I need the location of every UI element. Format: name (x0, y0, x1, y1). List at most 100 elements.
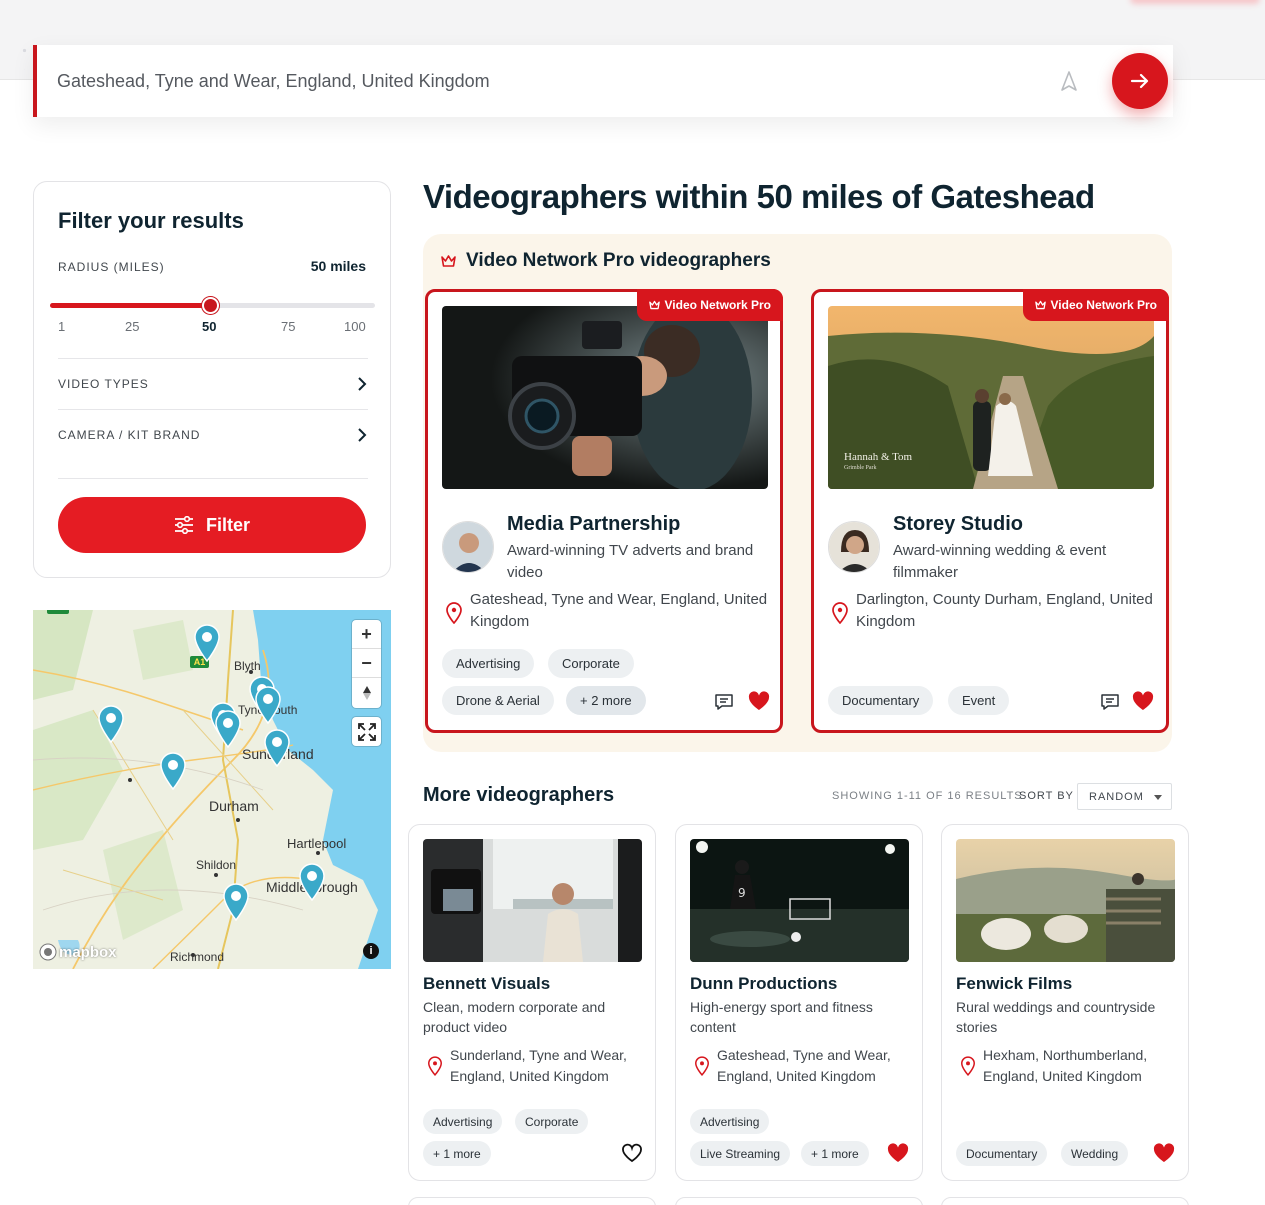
heart-icon[interactable] (887, 1143, 909, 1163)
crown-icon (1034, 300, 1046, 310)
sort-label: SORT BY (1019, 790, 1074, 802)
zoom-in-button[interactable]: + (352, 620, 381, 649)
radius-slider-fill (50, 303, 211, 308)
compass-button[interactable] (352, 678, 381, 707)
videographer-photo (442, 306, 768, 489)
compass-icon (362, 685, 371, 700)
videographer-photo (423, 839, 642, 962)
map-pin-icon[interactable] (254, 686, 282, 724)
sort-select[interactable]: RANDOM (1077, 783, 1172, 810)
videographer-card[interactable]: Bennett Visuals Clean, modern corporate … (408, 824, 656, 1181)
heart-outline-icon[interactable] (621, 1143, 643, 1163)
location-search-bar (33, 45, 1173, 117)
message-icon[interactable] (1100, 693, 1120, 711)
filter-title: Filter your results (58, 208, 244, 233)
tag: Event (948, 686, 1010, 715)
photo-subcaption: Grimble Park (844, 465, 877, 471)
tag: Wedding (1061, 1141, 1129, 1166)
location-search-input[interactable] (57, 63, 1037, 99)
photo-caption: Hannah & Tom (844, 451, 913, 463)
videographer-description: Award-winning wedding & event filmmaker (893, 542, 1107, 581)
crown-icon (648, 300, 660, 310)
map-canvas (33, 610, 391, 969)
videographer-location: Sunderland, Tyne and Wear, England, Unit… (450, 1047, 627, 1084)
videographer-location: Gateshead, Tyne and Wear, England, Unite… (470, 591, 768, 630)
map-place-label: Durham (209, 798, 259, 814)
chevron-right-icon (358, 377, 367, 391)
heart-icon[interactable] (1153, 1143, 1175, 1163)
mapbox-attribution[interactable]: mapbox (39, 943, 117, 961)
more-tags-button[interactable]: + 1 more (801, 1141, 869, 1166)
map-pin-icon[interactable] (159, 752, 187, 790)
heart-icon[interactable] (748, 691, 770, 711)
map-pin-icon[interactable] (298, 863, 326, 901)
videographer-location: Gateshead, Tyne and Wear, England, Unite… (717, 1047, 891, 1084)
map-pin-icon (428, 1056, 442, 1076)
sort-value: RANDOM (1089, 790, 1144, 803)
videographer-location: Hexham, Northumberland, England, United … (983, 1047, 1148, 1084)
radius-tick-selected: 50 (202, 319, 217, 334)
map-pin-icon[interactable] (222, 883, 250, 921)
pro-badge-label: Video Network Pro (1050, 298, 1157, 312)
radius-tick: 25 (125, 319, 140, 334)
pro-badge-label: Video Network Pro (664, 298, 771, 312)
map-zoom-controls: + − (352, 620, 381, 708)
video-types-label: VIDEO TYPES (58, 377, 149, 391)
map-pin-icon[interactable] (193, 624, 221, 662)
videographer-card-next[interactable] (408, 1197, 656, 1205)
results-map[interactable]: A1 Blyth Tynemouth Sunderland Durham Har… (33, 610, 391, 969)
camera-kit-label: CAMERA / KIT BRAND (58, 428, 201, 442)
radius-tick: 100 (344, 319, 366, 334)
map-pin-icon[interactable] (263, 729, 291, 767)
tag: Corporate (515, 1109, 589, 1134)
filter-button[interactable]: Filter (58, 497, 366, 553)
decorative-blur (1130, 0, 1260, 4)
tag: Live Streaming (690, 1141, 791, 1166)
tag: Advertising (423, 1109, 503, 1134)
more-tags-button[interactable]: + 1 more (423, 1141, 491, 1166)
videographer-card-next[interactable] (675, 1197, 923, 1205)
videographer-description: Rural weddings and countryside stories (956, 999, 1156, 1035)
videographer-location: Darlington, County Durham, England, Unit… (856, 591, 1153, 630)
divider (58, 358, 368, 359)
video-types-filter[interactable]: VIDEO TYPES (58, 369, 368, 399)
map-pin-icon[interactable] (97, 705, 125, 743)
sliders-icon (174, 516, 193, 534)
heart-icon[interactable] (1132, 691, 1154, 711)
camera-kit-filter[interactable]: CAMERA / KIT BRAND (58, 420, 368, 450)
divider (58, 409, 368, 410)
more-tags-button[interactable]: + 2 more (566, 686, 646, 715)
zoom-out-button[interactable]: − (352, 649, 381, 678)
map-info-button[interactable]: i (363, 943, 379, 959)
pro-videographer-card[interactable]: Video Network Pro Media Partnership Awar… (425, 289, 783, 733)
map-pin-icon (961, 1056, 975, 1076)
videographer-name[interactable]: Bennett Visuals (423, 974, 550, 994)
radius-tick: 75 (281, 319, 296, 334)
divider (58, 478, 368, 479)
map-pin-icon (695, 1056, 709, 1076)
locate-arrow-icon[interactable] (1057, 69, 1081, 93)
pro-heading-label: Video Network Pro videographers (466, 250, 771, 271)
videographer-name[interactable]: Fenwick Films (956, 974, 1072, 994)
radius-slider-handle[interactable] (202, 297, 220, 314)
videographer-card[interactable]: 9 Dunn Productions High-energy sport and… (675, 824, 923, 1181)
search-submit-button[interactable] (1112, 53, 1168, 109)
message-icon[interactable] (714, 693, 734, 711)
pro-videographer-card[interactable]: Hannah & Tom Grimble Park Video Network … (811, 289, 1169, 733)
results-count: SHOWING 1-11 OF 16 RESULTS (832, 790, 1023, 802)
crown-icon (441, 255, 456, 267)
videographer-card[interactable]: Fenwick Films Rural weddings and country… (941, 824, 1189, 1181)
map-pin-icon (446, 602, 462, 624)
videographer-card-next[interactable] (941, 1197, 1189, 1205)
map-place-label: Hartlepool (287, 836, 347, 851)
videographer-name[interactable]: Storey Studio (893, 513, 1023, 536)
videographer-name[interactable]: Media Partnership (507, 513, 680, 536)
map-pin-icon[interactable] (214, 710, 242, 748)
svg-text:9: 9 (738, 886, 746, 900)
videographer-description: Award-winning TV adverts and brand video (507, 542, 754, 581)
videographer-photo (956, 839, 1175, 962)
fullscreen-icon (357, 722, 376, 741)
videographer-name[interactable]: Dunn Productions (690, 974, 837, 994)
fullscreen-button[interactable] (352, 717, 381, 746)
pro-heading: Video Network Pro videographers (441, 250, 771, 272)
